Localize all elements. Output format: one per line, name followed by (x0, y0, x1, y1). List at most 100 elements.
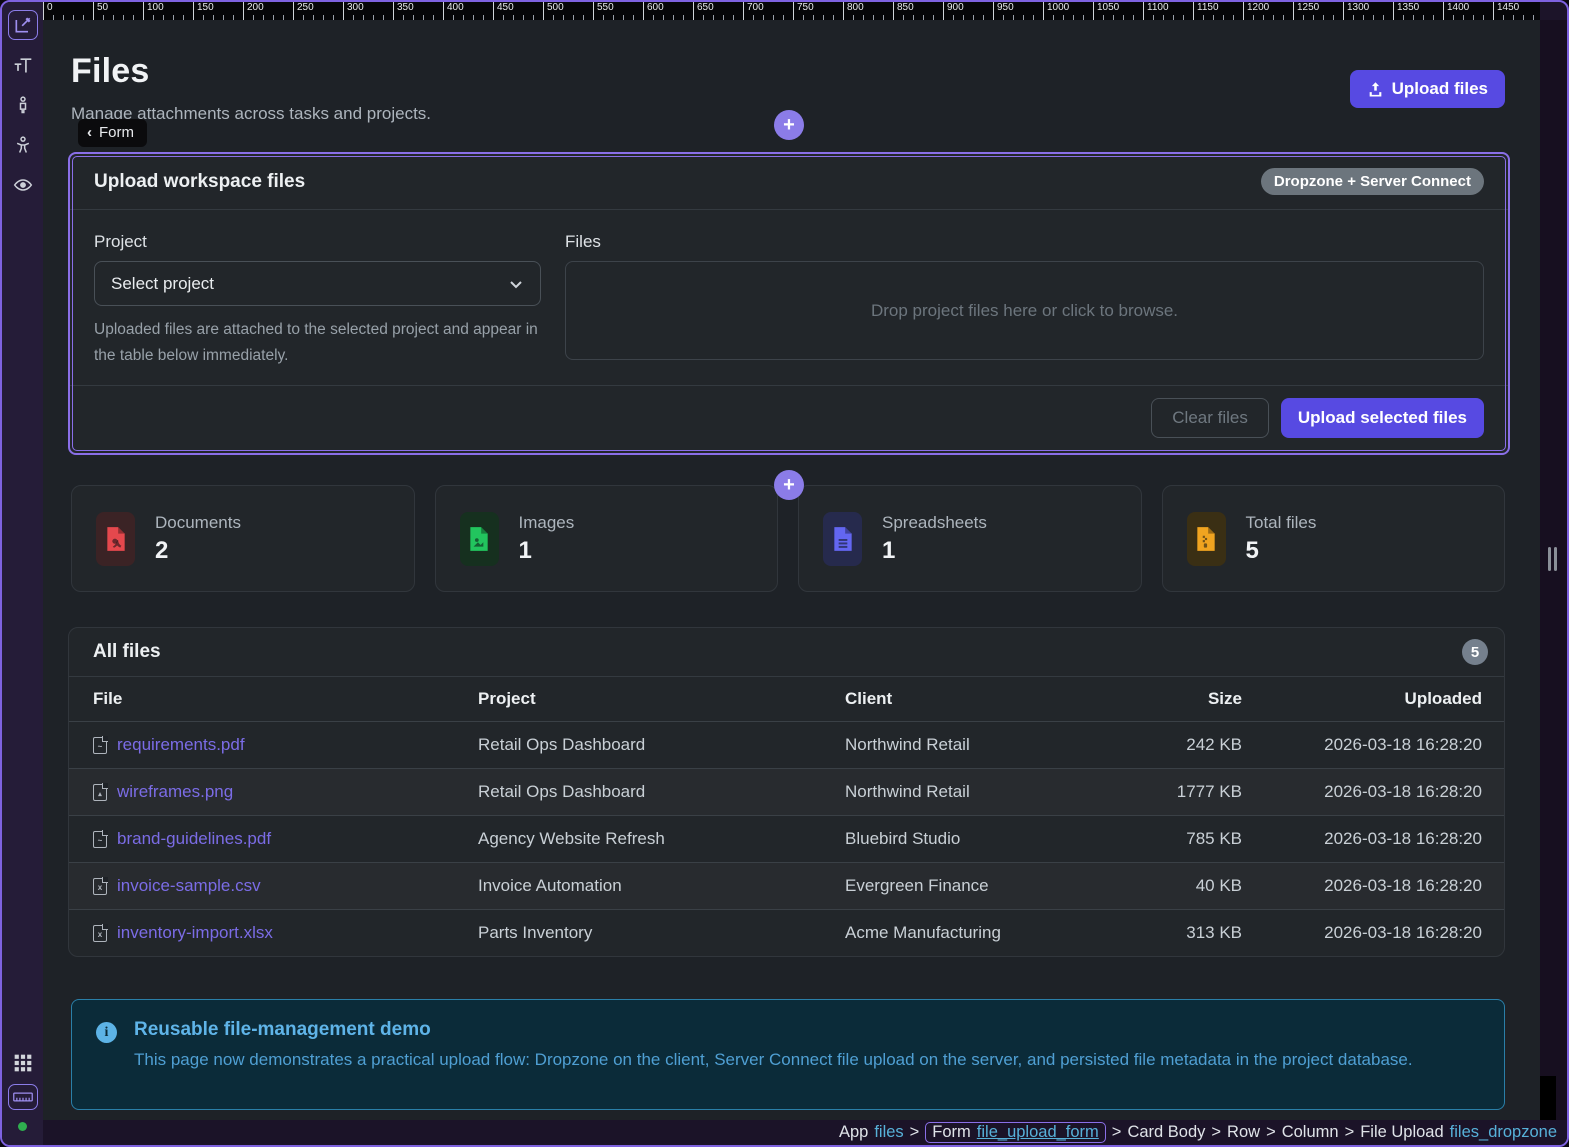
breadcrumb: App files > Form file_upload_form > Card… (43, 1120, 1567, 1145)
stat-card-images: Images 1 (435, 485, 779, 592)
uploaded-cell: 2026-03-18 16:28:20 (1242, 722, 1504, 769)
files-column: Files Drop project files here or click t… (565, 232, 1484, 369)
file-link[interactable]: invoice-sample.csv (117, 876, 261, 896)
stat-value: 2 (155, 537, 241, 565)
upload-selected-button[interactable]: Upload selected files (1281, 398, 1484, 438)
size-cell: 242 KB (1095, 722, 1242, 769)
uploaded-cell: 2026-03-18 16:28:20 (1242, 863, 1504, 910)
file-dropzone[interactable]: Drop project files here or click to brow… (565, 261, 1484, 360)
client-cell: Acme Manufacturing (845, 910, 1095, 957)
toolbar-bottom-group (2, 1050, 43, 1131)
project-column: Project Select project Uploaded files ar… (94, 232, 541, 369)
file-link[interactable]: requirements.pdf (117, 735, 245, 755)
project-select[interactable]: Select project (94, 261, 541, 306)
breadcrumb-form-selected[interactable]: Form file_upload_form (925, 1122, 1106, 1143)
info-person-icon[interactable] (8, 90, 38, 120)
client-cell: Northwind Retail (845, 769, 1095, 816)
breadcrumb-app-id[interactable]: files (874, 1123, 903, 1142)
grid-icon[interactable] (8, 1050, 38, 1076)
size-cell: 313 KB (1095, 910, 1242, 957)
files-label: Files (565, 232, 1484, 252)
breadcrumb-row[interactable]: Row (1227, 1123, 1260, 1142)
stat-label: Documents (155, 513, 241, 533)
table-row[interactable]: wireframes.png Retail Ops Dashboard Nort… (69, 769, 1504, 816)
project-label: Project (94, 232, 541, 252)
stat-card-total: Total files 5 (1162, 485, 1506, 592)
files-table: File Project Client Size Uploaded (69, 677, 1504, 956)
upload-card-body: Project Select project Uploaded files ar… (70, 210, 1508, 385)
selected-element-tag[interactable]: ‹ Form (78, 119, 147, 147)
stat-label: Images (519, 513, 575, 533)
file-type-icon (93, 878, 107, 895)
breadcrumb-sep: > (1112, 1123, 1122, 1142)
breadcrumb-sep: > (1266, 1123, 1276, 1142)
stats-row: Documents 2 Images 1 Spreadsheets (71, 485, 1505, 592)
accessibility-icon[interactable] (8, 130, 38, 160)
upload-files-button[interactable]: Upload files (1350, 70, 1505, 108)
project-help-text: Uploaded files are attached to the selec… (94, 317, 541, 369)
breadcrumb-sep: > (910, 1123, 920, 1142)
uploaded-cell: 2026-03-18 16:28:20 (1242, 816, 1504, 863)
upload-workspace-card[interactable]: Upload workspace files Dropzone + Server… (68, 152, 1510, 455)
panel-resize-handle[interactable] (1548, 547, 1560, 571)
breadcrumb-sep: > (1211, 1123, 1221, 1142)
size-cell: 1777 KB (1095, 769, 1242, 816)
project-cell: Agency Website Refresh (478, 816, 845, 863)
stat-label: Total files (1246, 513, 1317, 533)
project-cell: Parts Inventory (478, 910, 845, 957)
project-cell: Retail Ops Dashboard (478, 769, 845, 816)
breadcrumb-card-body[interactable]: Card Body (1127, 1123, 1205, 1142)
dropzone-badge: Dropzone + Server Connect (1261, 168, 1484, 195)
size-cell: 785 KB (1095, 816, 1242, 863)
file-link[interactable]: wireframes.png (117, 782, 233, 802)
file-link[interactable]: brand-guidelines.pdf (117, 829, 271, 849)
dropzone-placeholder: Drop project files here or click to brow… (871, 301, 1178, 321)
breadcrumb-file-upload[interactable]: File Upload (1360, 1123, 1443, 1142)
file-count-badge: 5 (1462, 639, 1488, 665)
stat-card-spreadsheets: Spreadsheets 1 (798, 485, 1142, 592)
project-cell: Invoice Automation (478, 863, 845, 910)
chevron-down-icon (508, 276, 524, 292)
spreadsheet-file-icon (823, 512, 862, 566)
status-dot (18, 1122, 27, 1131)
breadcrumb-sep: > (1345, 1123, 1355, 1142)
project-cell: Retail Ops Dashboard (478, 722, 845, 769)
design-canvas: Files Manage attachments across tasks an… (43, 20, 1540, 1120)
breadcrumb-column[interactable]: Column (1282, 1123, 1339, 1142)
file-link[interactable]: inventory-import.xlsx (117, 923, 273, 943)
typography-icon[interactable] (8, 50, 38, 80)
stat-value: 5 (1246, 537, 1317, 565)
size-cell: 40 KB (1095, 863, 1242, 910)
back-chevron-icon: ‹ (87, 124, 92, 141)
table-row[interactable]: brand-guidelines.pdf Agency Website Refr… (69, 816, 1504, 863)
horizontal-ruler: 0501001502002503003504004505005506006507… (43, 2, 1540, 20)
edit-icon[interactable] (8, 10, 38, 40)
stat-value: 1 (882, 537, 987, 565)
upload-card-footer: Clear files Upload selected files (70, 385, 1508, 450)
stat-card-documents: Documents 2 (71, 485, 415, 592)
client-cell: Bluebird Studio (845, 816, 1095, 863)
upload-icon (1367, 81, 1384, 98)
table-row[interactable]: requirements.pdf Retail Ops Dashboard No… (69, 722, 1504, 769)
eye-icon[interactable] (8, 170, 38, 200)
project-select-value: Select project (111, 274, 214, 294)
table-row[interactable]: inventory-import.xlsx Parts Inventory Ac… (69, 910, 1504, 957)
file-type-icon (93, 831, 107, 848)
scrollbar-thumb[interactable] (1540, 1076, 1556, 1120)
selected-element-label: Form (99, 124, 134, 141)
clear-files-button[interactable]: Clear files (1151, 398, 1269, 438)
ruler-icon[interactable] (8, 1084, 38, 1110)
breadcrumb-file-upload-id[interactable]: files_dropzone (1450, 1123, 1557, 1142)
all-files-title: All files (93, 641, 161, 663)
client-cell: Evergreen Finance (845, 863, 1095, 910)
add-component-button-2[interactable]: + (774, 470, 804, 500)
add-component-button[interactable]: + (774, 110, 804, 140)
breadcrumb-app[interactable]: App (839, 1123, 868, 1142)
right-panel-strip (1540, 20, 1567, 1120)
files-table-body: requirements.pdf Retail Ops Dashboard No… (69, 722, 1504, 957)
table-row[interactable]: invoice-sample.csv Invoice Automation Ev… (69, 863, 1504, 910)
col-project: Project (478, 677, 845, 722)
image-file-icon (460, 512, 499, 566)
col-uploaded: Uploaded (1242, 677, 1504, 722)
alert-title: Reusable file-management demo (134, 1019, 1413, 1041)
